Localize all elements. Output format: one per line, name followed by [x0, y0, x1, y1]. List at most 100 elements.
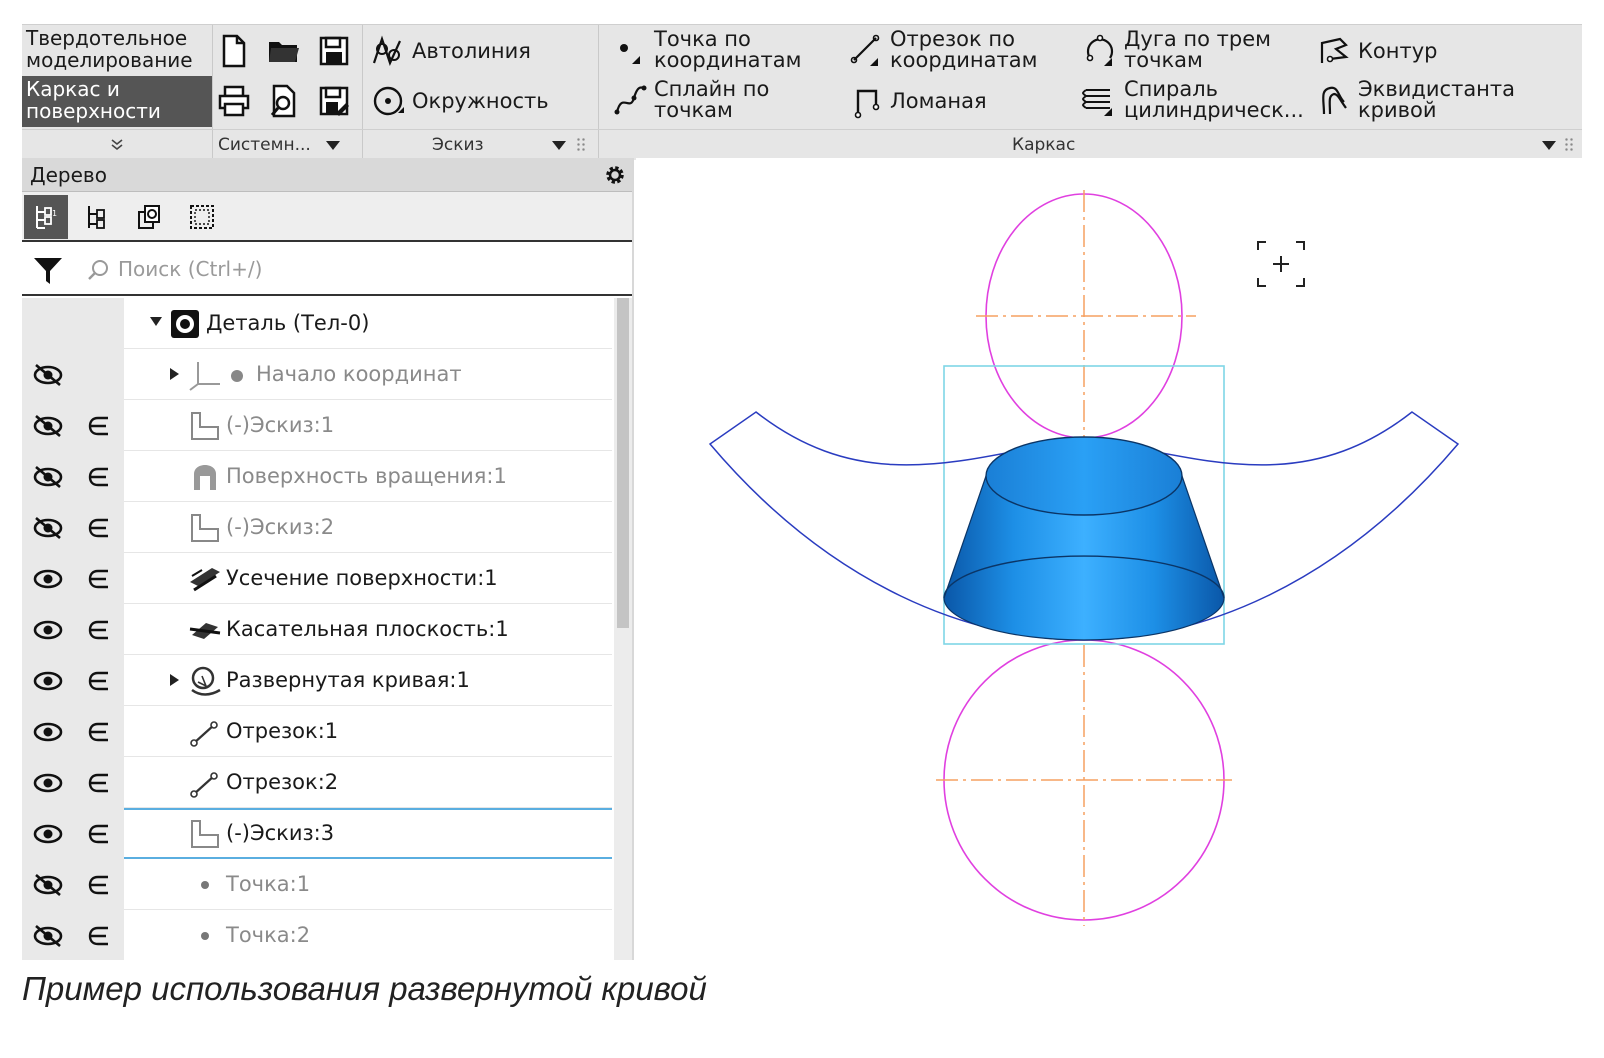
view-structure-button[interactable]: 1 — [24, 195, 68, 239]
selection-frame-icon — [190, 205, 214, 229]
eye-icon[interactable] — [32, 718, 64, 746]
wireframe-group-label: Каркас — [1012, 135, 1076, 155]
double-chevron-down-icon — [111, 139, 123, 151]
save-as-button[interactable] — [314, 81, 354, 121]
system-group-footer[interactable]: Системн... — [212, 129, 362, 183]
mode-solid-modeling[interactable]: Твердотельное моделирование — [22, 25, 212, 76]
tree-row[interactable]: Поверхность вращения:1 — [22, 451, 612, 502]
eye-hidden-icon[interactable] — [32, 412, 64, 440]
tree-row[interactable]: Начало координат — [22, 349, 612, 400]
spline-by-points-label: Сплайн по точкам — [654, 77, 770, 122]
tree-row[interactable]: Развернутая кривая:1 — [22, 655, 612, 706]
tree-panel-header: Дерево — [22, 158, 632, 192]
trim-surface-icon — [190, 568, 220, 592]
polyline-button[interactable]: Ломаная — [848, 83, 987, 119]
arc-three-points-button[interactable]: Дуга по трем точкам — [1082, 29, 1271, 71]
polyline-icon — [854, 89, 880, 119]
eye-icon[interactable] — [32, 667, 64, 695]
sketch-icon — [191, 412, 219, 440]
element-of-icon[interactable] — [86, 514, 112, 542]
gear-icon[interactable] — [602, 162, 628, 188]
print-preview-icon — [270, 84, 296, 118]
tree-row[interactable]: (-)Эскиз:3 — [22, 808, 612, 859]
element-of-icon[interactable] — [86, 565, 112, 593]
wireframe-group-footer[interactable]: Каркас — [598, 129, 1582, 161]
sketch-icon — [191, 820, 219, 848]
element-of-icon[interactable] — [86, 667, 112, 695]
eye-icon[interactable] — [32, 616, 64, 644]
scrollbar-thumb[interactable] — [617, 298, 629, 628]
tree-row[interactable]: Отрезок:2 — [22, 757, 612, 808]
eye-icon[interactable] — [32, 565, 64, 593]
segment-icon — [190, 721, 218, 747]
element-of-icon[interactable] — [86, 412, 112, 440]
element-of-icon[interactable] — [86, 616, 112, 644]
part-icon — [171, 310, 199, 338]
eye-hidden-icon[interactable] — [32, 514, 64, 542]
view-selection-button[interactable] — [180, 195, 224, 239]
tree-node-label: Поверхность вращения:1 — [226, 464, 507, 488]
sketch-group-label: Эскиз — [432, 135, 484, 155]
print-button[interactable] — [214, 81, 254, 121]
spline-by-points-button[interactable]: Сплайн по точкам — [612, 79, 769, 121]
save-icon — [319, 36, 349, 66]
view-components-button[interactable] — [128, 195, 172, 239]
sketch-group-footer[interactable]: Эскиз — [362, 129, 598, 161]
cylindrical-spiral-button[interactable]: Спираль цилиндрическ... — [1082, 79, 1304, 121]
tree-row[interactable]: (-)Эскиз:2 — [22, 502, 612, 553]
eye-hidden-icon[interactable] — [32, 922, 64, 950]
tree-scrollbar[interactable] — [614, 298, 632, 960]
tree-row[interactable]: Усечение поверхности:1 — [22, 553, 612, 604]
autoline-button[interactable]: Автолиния — [370, 33, 531, 69]
element-of-icon[interactable] — [86, 922, 112, 950]
expand-arrow-icon[interactable] — [170, 674, 179, 686]
mode-wireframe-surfaces[interactable]: Каркас и поверхности — [22, 76, 212, 127]
tree-row[interactable]: Точка:1 — [22, 859, 612, 910]
preview-button[interactable] — [264, 81, 304, 121]
eye-hidden-icon[interactable] — [32, 463, 64, 491]
dropdown-arrow-icon — [552, 141, 566, 150]
figure-caption: Пример использования развернутой кривой — [22, 970, 707, 1007]
eye-icon[interactable] — [32, 769, 64, 797]
element-of-icon[interactable] — [86, 718, 112, 746]
tree-node-label: Развернутая кривая:1 — [226, 668, 470, 692]
new-document-button[interactable] — [214, 31, 254, 71]
origin-icon — [189, 362, 220, 391]
contour-button[interactable]: Контур — [1316, 33, 1437, 69]
eye-icon[interactable] — [32, 820, 64, 848]
segment-by-coords-button[interactable]: Отрезок по координатам — [848, 29, 1037, 71]
offset-curve-button[interactable]: Эквидистанта кривой — [1316, 79, 1515, 121]
element-of-icon[interactable] — [86, 769, 112, 797]
tree-row[interactable]: Отрезок:1 — [22, 706, 612, 757]
spline-icon — [614, 85, 647, 115]
save-button[interactable] — [314, 31, 354, 71]
circle-button[interactable]: Окружность — [370, 83, 549, 119]
element-of-icon[interactable] — [86, 463, 112, 491]
model-viewport[interactable] — [636, 158, 1582, 960]
collapse-arrow-icon[interactable] — [150, 317, 162, 326]
modes-collapse[interactable] — [22, 129, 212, 161]
element-of-icon[interactable] — [86, 820, 112, 848]
expand-arrow-icon[interactable] — [170, 368, 179, 380]
svg-text:1: 1 — [52, 209, 57, 218]
tree-panel-title: Дерево — [30, 163, 107, 187]
tree-row[interactable]: Деталь (Тел-0) — [22, 298, 612, 349]
autoline-icon — [372, 35, 402, 67]
components-icon — [138, 205, 160, 229]
open-button[interactable] — [264, 31, 304, 71]
tree-row[interactable]: Касательная плоскость:1 — [22, 604, 612, 655]
eye-hidden-icon[interactable] — [32, 871, 64, 899]
element-of-icon[interactable] — [86, 871, 112, 899]
tree-search-input[interactable] — [118, 252, 618, 286]
tree-row[interactable]: Точка:2 — [22, 910, 612, 960]
cone-top-face[interactable] — [985, 436, 1183, 516]
filter-icon[interactable] — [32, 254, 64, 286]
cylindrical-spiral-label: Спираль цилиндрическ... — [1124, 77, 1304, 122]
tree-row[interactable]: (-)Эскиз:1 — [22, 400, 612, 451]
view-history-button[interactable] — [76, 195, 120, 239]
eye-hidden-icon[interactable] — [32, 361, 64, 389]
tree-node-label: Точка:2 — [226, 923, 311, 947]
point-coords-icon — [620, 44, 640, 64]
point-by-coords-button[interactable]: Точка по координатам — [612, 29, 801, 71]
point-icon — [201, 932, 209, 940]
